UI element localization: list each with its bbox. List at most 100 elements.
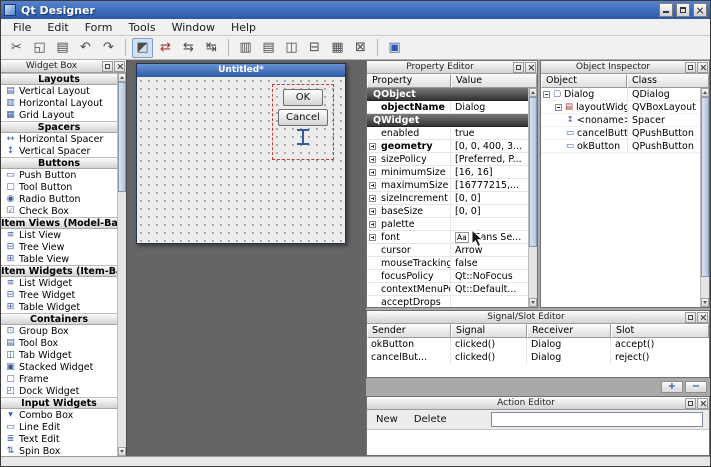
column-signal[interactable]: Signal — [451, 324, 527, 338]
property-row-geometry[interactable]: geometry[0, 0, 400, 3... — [367, 140, 528, 153]
menu-form[interactable]: Form — [77, 20, 121, 35]
title-bar[interactable]: Qt Designer — [1, 1, 710, 19]
property-row-mousetracking[interactable]: mouseTrackingfalse — [367, 257, 528, 270]
property-row-contextmenupolicy[interactable]: contextMenuPolicyQt::Default... — [367, 283, 528, 296]
widget-box-scrollbar[interactable] — [117, 73, 126, 456]
action-filter-input[interactable] — [491, 412, 703, 427]
scroll-thumb[interactable] — [529, 97, 537, 247]
collapse-icon[interactable] — [543, 91, 550, 98]
property-value[interactable]: [0, 0] — [451, 192, 528, 204]
panel-close-button[interactable] — [114, 61, 125, 72]
property-row-basesize[interactable]: baseSize[0, 0] — [367, 205, 528, 218]
widget-item-vertical-spacer[interactable]: ↕Vertical Spacer — [1, 145, 117, 157]
cancel-button[interactable]: Cancel — [278, 109, 328, 126]
column-property[interactable]: Property — [367, 74, 451, 88]
scroll-track[interactable] — [118, 82, 126, 447]
widget-item-spin-box[interactable]: ⇅Spin Box — [1, 445, 117, 456]
new-action-button[interactable]: New — [373, 413, 401, 426]
widget-item-tool-button[interactable]: ▢Tool Button — [1, 181, 117, 193]
expand-icon[interactable] — [369, 143, 376, 150]
property-value[interactable]: true — [451, 127, 528, 139]
expand-icon[interactable] — [369, 156, 376, 163]
section-containers[interactable]: Containers — [1, 313, 117, 325]
undo-button[interactable]: ↶ — [75, 38, 96, 58]
delete-action-button[interactable]: Delete — [411, 413, 450, 426]
property-value[interactable]: [Preferred, P... — [451, 153, 528, 165]
layout-grid-button[interactable]: ▦ — [327, 38, 348, 58]
widget-item-line-edit[interactable]: ▭Line Edit — [1, 421, 117, 433]
property-row-cursor[interactable]: cursorArrow — [367, 244, 528, 257]
break-layout-button[interactable]: ⊠ — [350, 38, 371, 58]
scroll-thumb[interactable] — [118, 82, 126, 192]
expand-icon[interactable] — [369, 234, 376, 241]
connection-row-cancel[interactable]: cancelBut...clicked()Dialogreject() — [367, 351, 709, 364]
property-value[interactable]: Aa[Sans Se... — [451, 231, 528, 243]
scroll-down-button[interactable] — [701, 298, 709, 307]
section-layouts[interactable]: Layouts — [1, 73, 117, 85]
cut-button[interactable]: ✂ — [6, 38, 27, 58]
form-title-bar[interactable]: Untitled* — [137, 64, 345, 77]
copy-button[interactable]: ◱ — [29, 38, 50, 58]
form-window[interactable]: Untitled* OK Cancel — [136, 63, 346, 244]
inspector-row-layoutwidget[interactable]: ▤layoutWidgetQVBoxLayout — [541, 101, 700, 114]
column-class[interactable]: Class — [627, 74, 709, 88]
menu-file[interactable]: File — [5, 20, 39, 35]
inspector-row-cancelbutton[interactable]: ▭cancelButtonQPushButton — [541, 127, 700, 140]
property-row-focuspolicy[interactable]: focusPolicyQt::NoFocus — [367, 270, 528, 283]
property-row-palette[interactable]: palette — [367, 218, 528, 231]
widget-item-radio-button[interactable]: ◉Radio Button — [1, 193, 117, 205]
widget-item-push-button[interactable]: ▭Push Button — [1, 169, 117, 181]
widget-item-frame[interactable]: ▢Frame — [1, 373, 117, 385]
widget-item-check-box[interactable]: ☑Check Box — [1, 205, 117, 217]
edit-buddies-button[interactable]: ⇆ — [178, 38, 199, 58]
property-value[interactable]: Dialog — [451, 101, 528, 113]
expand-icon[interactable] — [369, 221, 376, 228]
property-value[interactable]: Qt::NoFocus — [451, 270, 528, 282]
scroll-up-button[interactable] — [118, 73, 126, 82]
edit-signals-slots-button[interactable]: ⇄ — [155, 38, 176, 58]
section-input-widgets[interactable]: Input Widgets — [1, 397, 117, 409]
connection-row-ok[interactable]: okButtonclicked()Dialogaccept() — [367, 338, 709, 351]
expand-icon[interactable] — [369, 195, 376, 202]
widget-item-tool-box[interactable]: ▤Tool Box — [1, 337, 117, 349]
preview-button[interactable]: ▣ — [384, 38, 405, 58]
action-list[interactable] — [367, 430, 709, 455]
object-inspector-scrollbar[interactable] — [700, 88, 709, 307]
edit-widgets-button[interactable]: ◩ — [132, 38, 153, 58]
property-value[interactable]: [0, 0, 400, 3... — [451, 140, 528, 152]
widget-item-vertical-layout[interactable]: ▤Vertical Layout — [1, 85, 117, 97]
property-row-objectname[interactable]: objectNameDialog — [367, 101, 528, 114]
minimize-button[interactable] — [659, 3, 673, 17]
column-value[interactable]: Value — [451, 74, 537, 88]
menu-window[interactable]: Window — [164, 20, 223, 35]
layout-vertical-splitter-button[interactable]: ⊟ — [304, 38, 325, 58]
property-value[interactable]: [0, 0] — [451, 205, 528, 217]
property-row-sizeincrement[interactable]: sizeIncrement[0, 0] — [367, 192, 528, 205]
layout-vertical-button[interactable]: ▤ — [258, 38, 279, 58]
panel-close-button[interactable] — [525, 62, 536, 73]
menu-edit[interactable]: Edit — [39, 20, 76, 35]
collapse-icon[interactable] — [555, 104, 562, 111]
close-button[interactable] — [693, 3, 707, 17]
float-button[interactable] — [685, 62, 696, 73]
widget-item-horizontal-layout[interactable]: ▥Horizontal Layout — [1, 97, 117, 109]
widget-item-tree-widget[interactable]: ⊟Tree Widget — [1, 289, 117, 301]
panel-close-button[interactable] — [697, 312, 708, 323]
property-value[interactable]: false — [451, 257, 528, 269]
form-canvas[interactable]: OK Cancel — [137, 77, 345, 243]
inspector-row-okbutton[interactable]: ▭okButtonQPushButton — [541, 140, 700, 153]
property-value[interactable] — [451, 218, 528, 230]
layout-horizontal-button[interactable]: ▥ — [235, 38, 256, 58]
widget-item-group-box[interactable]: ⊡Group Box — [1, 325, 117, 337]
float-button[interactable] — [685, 312, 696, 323]
menu-tools[interactable]: Tools — [120, 20, 163, 35]
column-sender[interactable]: Sender — [367, 324, 451, 338]
redo-button[interactable]: ↷ — [98, 38, 119, 58]
scroll-track[interactable] — [701, 97, 709, 298]
widget-item-tree-view[interactable]: ⊟Tree View — [1, 241, 117, 253]
expand-icon[interactable] — [369, 208, 376, 215]
property-value[interactable]: [16777215,... — [451, 179, 528, 191]
scroll-down-button[interactable] — [118, 447, 126, 456]
expand-icon[interactable] — [369, 182, 376, 189]
widget-item-table-widget[interactable]: ⊞Table Widget — [1, 301, 117, 313]
